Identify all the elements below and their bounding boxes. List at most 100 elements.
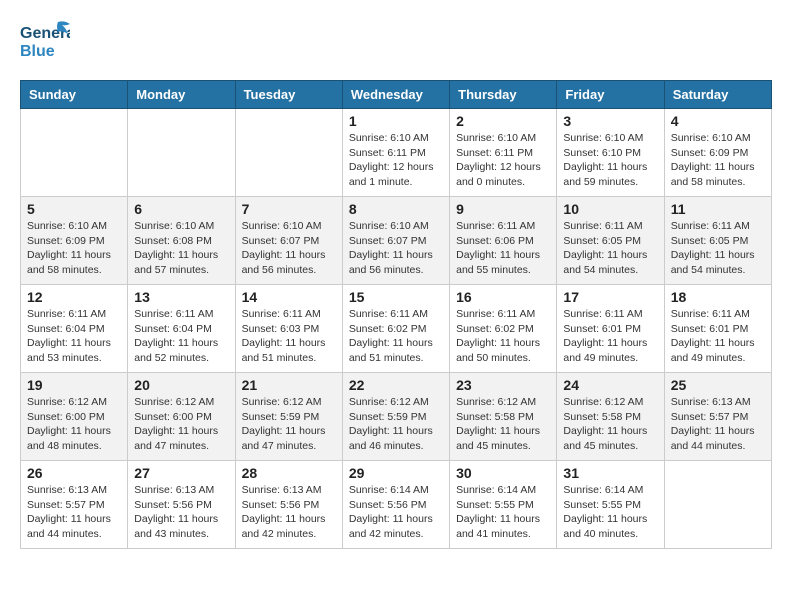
day-number: 23 [456, 377, 550, 393]
day-number: 26 [27, 465, 121, 481]
calendar-cell: 4 Sunrise: 6:10 AM Sunset: 6:09 PM Daylig… [664, 109, 771, 197]
calendar-cell: 22Sunrise: 6:12 AM Sunset: 5:59 PM Dayli… [342, 373, 449, 461]
calendar-cell [21, 109, 128, 197]
day-info: Sunrise: 6:12 AM Sunset: 6:00 PM Dayligh… [27, 395, 121, 454]
day-info: Sunrise: 6:11 AM Sunset: 6:04 PM Dayligh… [134, 307, 228, 366]
day-info: Sunrise: 6:10 AM Sunset: 6:09 PM Dayligh… [671, 131, 765, 190]
calendar-cell: 31 Sunrise: 6:14 AM Sunset: 5:55 PM Dayli… [557, 461, 664, 549]
calendar-week-row: 19 Sunrise: 6:12 AM Sunset: 6:00 PM Dayli… [21, 373, 772, 461]
day-info: Sunrise: 6:10 AM Sunset: 6:09 PM Dayligh… [27, 219, 121, 278]
calendar-cell: 14 Sunrise: 6:11 AM Sunset: 6:03 PM Dayli… [235, 285, 342, 373]
calendar-cell: 25 Sunrise: 6:13 AM Sunset: 5:57 PM Dayli… [664, 373, 771, 461]
day-number: 11 [671, 201, 765, 217]
day-info: Sunrise: 6:14 AM Sunset: 5:55 PM Dayligh… [456, 483, 550, 542]
day-number: 4 [671, 113, 765, 129]
weekday-header: Tuesday [235, 81, 342, 109]
logo-svg: GeneralBlue [20, 20, 70, 64]
calendar-cell: 5 Sunrise: 6:10 AM Sunset: 6:09 PM Daylig… [21, 197, 128, 285]
day-number: 29 [349, 465, 443, 481]
weekday-header: Wednesday [342, 81, 449, 109]
weekday-header: Monday [128, 81, 235, 109]
calendar-cell: 23 Sunrise: 6:12 AM Sunset: 5:58 PM Dayli… [450, 373, 557, 461]
day-info: Sunrise: 6:10 AM Sunset: 6:10 PM Dayligh… [563, 131, 657, 190]
day-info: Sunrise: 6:14 AM Sunset: 5:56 PM Dayligh… [349, 483, 443, 542]
day-number: 27 [134, 465, 228, 481]
day-info: Sunrise: 6:12 AM Sunset: 5:59 PM Dayligh… [349, 395, 443, 454]
day-info: Sunrise: 6:11 AM Sunset: 6:03 PM Dayligh… [242, 307, 336, 366]
day-info: Sunrise: 6:13 AM Sunset: 5:57 PM Dayligh… [671, 395, 765, 454]
calendar-cell: 17Sunrise: 6:11 AM Sunset: 6:01 PM Dayli… [557, 285, 664, 373]
day-number: 14 [242, 289, 336, 305]
calendar-cell: 7Sunrise: 6:10 AM Sunset: 6:07 PM Daylig… [235, 197, 342, 285]
weekday-header: Friday [557, 81, 664, 109]
day-number: 25 [671, 377, 765, 393]
calendar-cell: 13 Sunrise: 6:11 AM Sunset: 6:04 PM Dayli… [128, 285, 235, 373]
calendar-cell: 2Sunrise: 6:10 AM Sunset: 6:11 PM Daylig… [450, 109, 557, 197]
weekday-header-row: SundayMondayTuesdayWednesdayThursdayFrid… [21, 81, 772, 109]
day-number: 8 [349, 201, 443, 217]
calendar-cell: 11 Sunrise: 6:11 AM Sunset: 6:05 PM Dayli… [664, 197, 771, 285]
day-info: Sunrise: 6:13 AM Sunset: 5:57 PM Dayligh… [27, 483, 121, 542]
day-info: Sunrise: 6:12 AM Sunset: 6:00 PM Dayligh… [134, 395, 228, 454]
calendar-cell: 27 Sunrise: 6:13 AM Sunset: 5:56 PM Dayli… [128, 461, 235, 549]
day-number: 12 [27, 289, 121, 305]
day-info: Sunrise: 6:11 AM Sunset: 6:02 PM Dayligh… [456, 307, 550, 366]
day-info: Sunrise: 6:13 AM Sunset: 5:56 PM Dayligh… [242, 483, 336, 542]
day-number: 5 [27, 201, 121, 217]
day-number: 13 [134, 289, 228, 305]
calendar-cell: 6Sunrise: 6:10 AM Sunset: 6:08 PM Daylig… [128, 197, 235, 285]
day-info: Sunrise: 6:12 AM Sunset: 5:58 PM Dayligh… [456, 395, 550, 454]
day-info: Sunrise: 6:10 AM Sunset: 6:11 PM Dayligh… [456, 131, 550, 190]
calendar-cell: 28 Sunrise: 6:13 AM Sunset: 5:56 PM Dayli… [235, 461, 342, 549]
day-number: 1 [349, 113, 443, 129]
day-number: 19 [27, 377, 121, 393]
day-info: Sunrise: 6:14 AM Sunset: 5:55 PM Dayligh… [563, 483, 657, 542]
day-number: 17 [563, 289, 657, 305]
calendar-cell: 18 Sunrise: 6:11 AM Sunset: 6:01 PM Dayli… [664, 285, 771, 373]
day-number: 16 [456, 289, 550, 305]
day-info: Sunrise: 6:11 AM Sunset: 6:05 PM Dayligh… [563, 219, 657, 278]
day-number: 28 [242, 465, 336, 481]
day-number: 3 [563, 113, 657, 129]
calendar-cell: 20 Sunrise: 6:12 AM Sunset: 6:00 PM Dayli… [128, 373, 235, 461]
day-info: Sunrise: 6:11 AM Sunset: 6:04 PM Dayligh… [27, 307, 121, 366]
day-number: 30 [456, 465, 550, 481]
day-number: 31 [563, 465, 657, 481]
weekday-header: Thursday [450, 81, 557, 109]
day-number: 24 [563, 377, 657, 393]
calendar-cell [664, 461, 771, 549]
calendar-cell: 21Sunrise: 6:12 AM Sunset: 5:59 PM Dayli… [235, 373, 342, 461]
day-info: Sunrise: 6:11 AM Sunset: 6:05 PM Dayligh… [671, 219, 765, 278]
calendar-cell: 29 Sunrise: 6:14 AM Sunset: 5:56 PM Dayli… [342, 461, 449, 549]
day-info: Sunrise: 6:10 AM Sunset: 6:07 PM Dayligh… [242, 219, 336, 278]
day-number: 10 [563, 201, 657, 217]
calendar-cell: 1Sunrise: 6:10 AM Sunset: 6:11 PM Daylig… [342, 109, 449, 197]
calendar-cell: 9Sunrise: 6:11 AM Sunset: 6:06 PM Daylig… [450, 197, 557, 285]
svg-text:Blue: Blue [20, 43, 55, 60]
calendar-cell: 12 Sunrise: 6:11 AM Sunset: 6:04 PM Dayli… [21, 285, 128, 373]
calendar-cell: 19 Sunrise: 6:12 AM Sunset: 6:00 PM Dayli… [21, 373, 128, 461]
day-number: 20 [134, 377, 228, 393]
calendar-cell: 15Sunrise: 6:11 AM Sunset: 6:02 PM Dayli… [342, 285, 449, 373]
day-number: 18 [671, 289, 765, 305]
day-info: Sunrise: 6:11 AM Sunset: 6:01 PM Dayligh… [671, 307, 765, 366]
weekday-header: Saturday [664, 81, 771, 109]
day-info: Sunrise: 6:12 AM Sunset: 5:59 PM Dayligh… [242, 395, 336, 454]
calendar-cell: 8Sunrise: 6:10 AM Sunset: 6:07 PM Daylig… [342, 197, 449, 285]
calendar-week-row: 1 Sunrise: 6:10 AM Sunset: 6:11 PM Daylig… [21, 109, 772, 197]
day-info: Sunrise: 6:10 AM Sunset: 6:08 PM Dayligh… [134, 219, 228, 278]
calendar-cell: 3 Sunrise: 6:10 AM Sunset: 6:10 PM Daylig… [557, 109, 664, 197]
calendar-week-row: 5 Sunrise: 6:10 AM Sunset: 6:09 PM Daylig… [21, 197, 772, 285]
page-header: GeneralBlue [20, 20, 772, 64]
calendar-cell: 30 Sunrise: 6:14 AM Sunset: 5:55 PM Dayli… [450, 461, 557, 549]
calendar-cell [128, 109, 235, 197]
calendar-week-row: 26 Sunrise: 6:13 AM Sunset: 5:57 PM Dayli… [21, 461, 772, 549]
day-number: 15 [349, 289, 443, 305]
logo: GeneralBlue [20, 20, 70, 64]
day-info: Sunrise: 6:13 AM Sunset: 5:56 PM Dayligh… [134, 483, 228, 542]
calendar-table: SundayMondayTuesdayWednesdayThursdayFrid… [20, 80, 772, 549]
calendar-cell: 16 Sunrise: 6:11 AM Sunset: 6:02 PM Dayli… [450, 285, 557, 373]
calendar-cell [235, 109, 342, 197]
weekday-header: Sunday [21, 81, 128, 109]
calendar-cell: 26 Sunrise: 6:13 AM Sunset: 5:57 PM Dayli… [21, 461, 128, 549]
